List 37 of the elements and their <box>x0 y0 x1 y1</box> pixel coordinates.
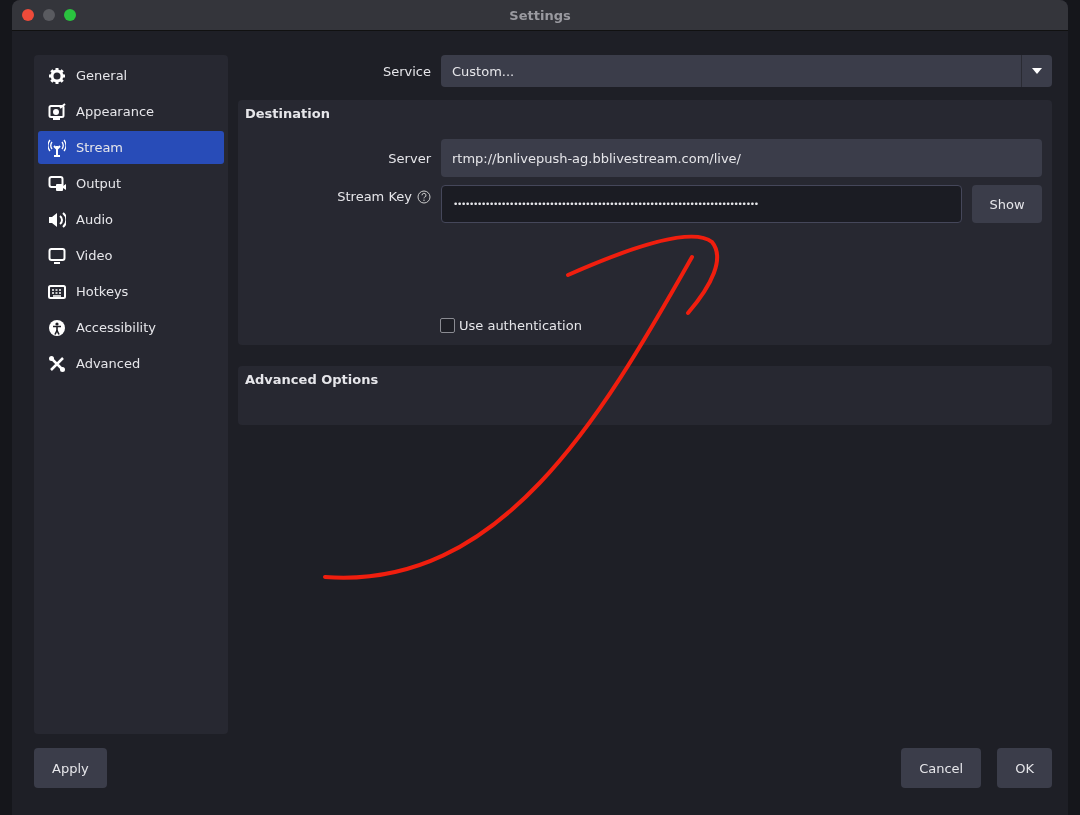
stream-key-label: Stream Key <box>337 189 412 204</box>
window-title: Settings <box>509 7 571 23</box>
show-button[interactable]: Show <box>972 185 1042 223</box>
checkbox[interactable] <box>440 318 455 333</box>
sidebar-item[interactable]: Advanced <box>38 347 224 380</box>
panel-title: Advanced Options <box>244 371 380 389</box>
speaker-icon <box>48 210 66 229</box>
sidebar-item[interactable]: Audio <box>38 203 224 236</box>
sidebar-item[interactable]: General <box>38 59 224 92</box>
panel-title: Destination <box>244 105 331 123</box>
stream-key-field[interactable]: •••••••••••••••••••••••••••••••••••••••••••••••••••••••••••••••••••••••••••• <box>441 185 962 223</box>
service-label: Service <box>382 63 431 79</box>
caret-icon <box>1032 68 1042 74</box>
server-field[interactable]: rtmp://bnlivepush-ag.bblivestream.com/live/ <box>441 139 1042 177</box>
settings-icon <box>48 66 66 85</box>
help-icon[interactable] <box>417 189 431 204</box>
sidebar-item[interactable]: Output <box>38 167 224 200</box>
sidebar-item[interactable]: Hotkeys <box>38 275 224 308</box>
apply-button[interactable]: Apply <box>34 748 107 788</box>
person-icon <box>48 318 66 337</box>
ok-button[interactable]: OK <box>997 748 1052 788</box>
sidebar-item[interactable]: Accessibility <box>38 311 224 344</box>
server-label: Server <box>388 150 431 166</box>
service-dropdown[interactable]: Custom... <box>441 55 1052 87</box>
close-button[interactable] <box>22 9 34 21</box>
antenna-icon <box>48 138 66 157</box>
keyboard-icon <box>48 282 66 301</box>
checkbox-label[interactable]: Use authentication <box>459 318 582 333</box>
monitor-icon <box>48 246 66 265</box>
cancel-button[interactable]: Cancel <box>901 748 982 788</box>
appearance-icon <box>48 102 66 121</box>
output-icon <box>48 174 66 193</box>
sidebar-item[interactable]: Stream <box>38 131 224 164</box>
sidebar-item[interactable]: Video <box>38 239 224 272</box>
tools-icon <box>48 354 66 373</box>
zoom-button[interactable] <box>64 9 76 21</box>
sidebar-item[interactable]: Appearance <box>38 95 224 128</box>
